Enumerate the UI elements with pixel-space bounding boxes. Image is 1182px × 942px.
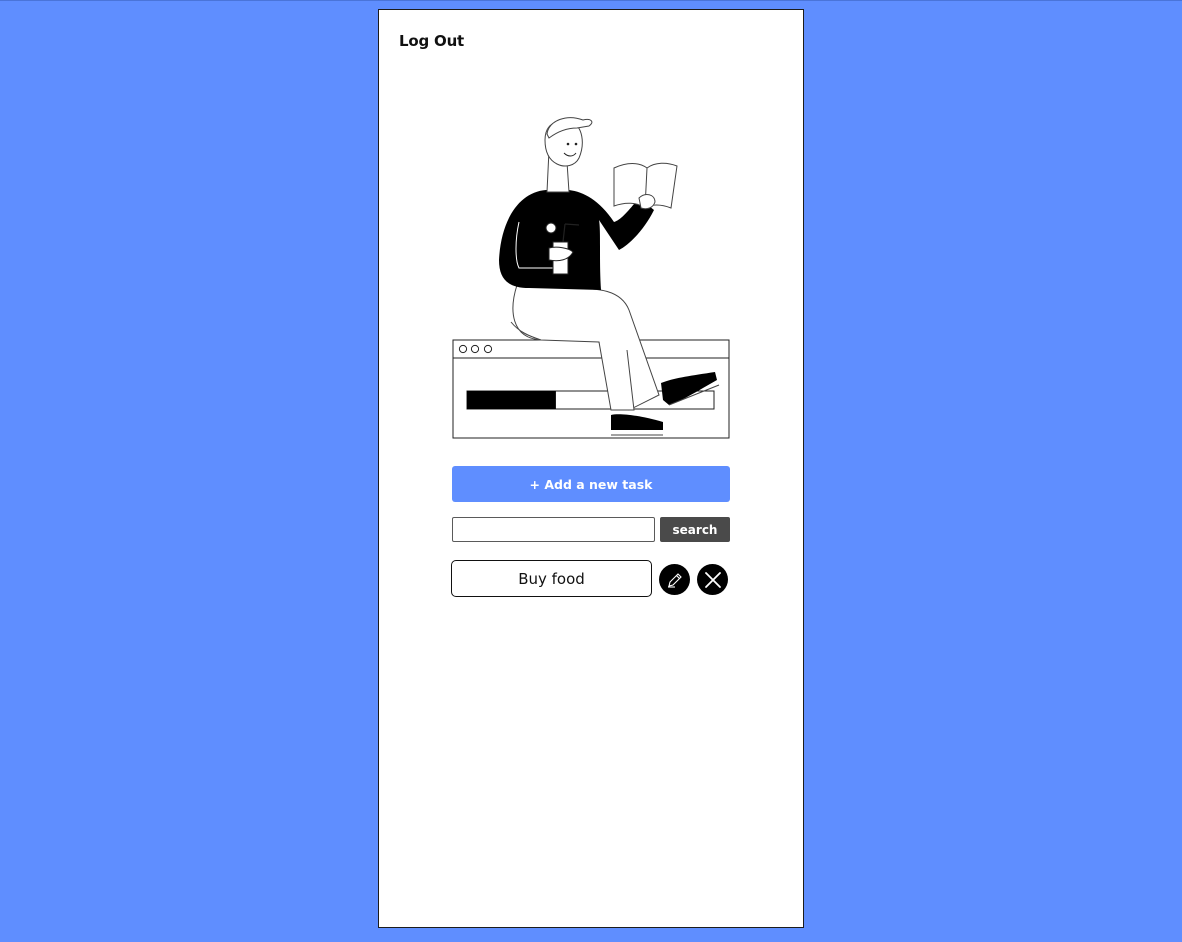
app-panel: Log Out + Add a new task search Buy food [378,9,804,928]
hero-illustration [452,117,730,439]
pencil-icon [667,572,682,588]
close-icon [704,571,721,588]
edit-task-button[interactable] [659,564,690,595]
delete-task-button[interactable] [697,564,728,595]
search-input[interactable] [452,517,655,542]
task-label: Buy food [518,569,585,588]
logout-link[interactable]: Log Out [399,32,464,50]
add-task-button[interactable]: + Add a new task [452,466,730,502]
progress-fill [467,391,556,409]
search-button[interactable]: search [660,517,730,542]
task-item[interactable]: Buy food [451,560,652,597]
